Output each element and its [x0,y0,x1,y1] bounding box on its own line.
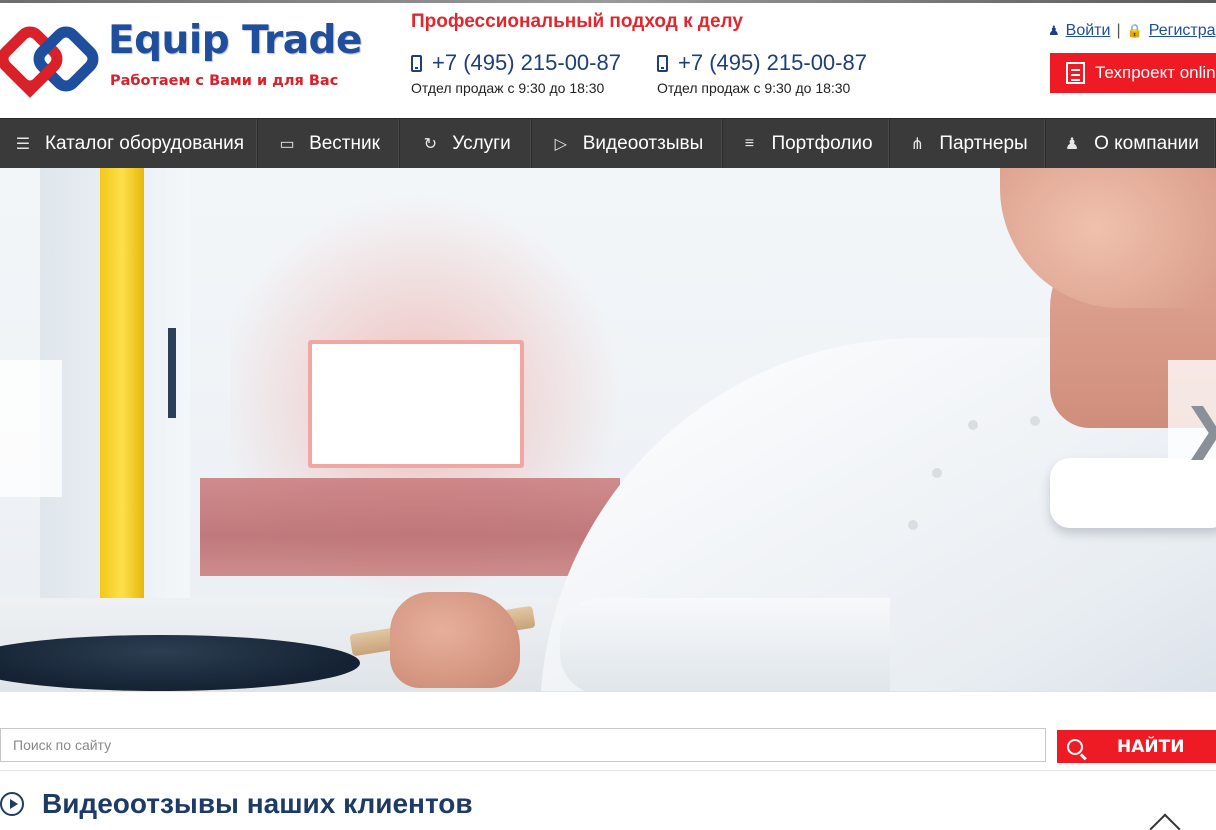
logo-tagline: Работаем с Вами и для Вас [110,73,339,89]
search-icon [1067,738,1083,755]
search-button[interactable]: НАЙТИ [1057,730,1216,763]
login-link[interactable]: Войти [1066,22,1111,40]
hero-yellow-pole [100,168,144,628]
phone-number[interactable]: +7 (495) 215-00-87 [678,50,867,76]
mobile-phone-icon [657,54,668,72]
nav-item-label: Каталог оборудования [44,133,245,154]
techproject-label: Техпроект onlin [1095,63,1216,82]
play-circle-icon [0,792,24,816]
hero-window-screen [308,340,524,468]
hero-dark-post [168,328,176,418]
phone-block-1: +7 (495) 215-00-87 Отдел продаж с 9:30 д… [411,50,621,96]
hero-stove [200,478,620,576]
nav-item-label: Услуги [452,133,511,154]
phone-number[interactable]: +7 (495) 215-00-87 [432,50,621,76]
nav-item-label: О компании [1094,133,1199,154]
refresh-arrow-icon: ↻ [423,136,437,153]
search-input[interactable] [0,728,1046,762]
slider-next-button[interactable]: ❯ [1168,360,1216,497]
sales-hours: Отдел продаж с 9:30 до 18:30 [411,80,605,96]
person-icon: ♟ [1064,136,1080,153]
lock-icon: 🔒 [1126,23,1143,38]
search-strip [0,691,1216,721]
auth-links: ♟ Войти | 🔒 Регистра [1048,22,1216,40]
handshake-icon: ⋔ [910,136,925,153]
site-header: Equip Trade Работаем с Вами и для Вас Пр… [0,0,1216,118]
nav-item-label: Партнеры [939,133,1028,154]
nav-item-label: Видеоотзывы [582,133,704,154]
nav-item-video-reviews[interactable]: ▷ Видеоотзывы [532,119,723,169]
nav-item-portfolio[interactable]: ≡ Портфолио [723,119,890,169]
nav-item-label: Портфолио [771,133,873,154]
logo-icon[interactable] [0,20,104,98]
search-button-label: НАЙТИ [1117,736,1185,757]
document-icon [1066,62,1085,84]
logo-title[interactable]: Equip Trade [108,18,362,63]
hero-chef-sleeve [560,598,890,691]
top-decorative-strip [0,0,1216,3]
sales-hours: Отдел продаж с 9:30 до 18:30 [657,80,851,96]
hero-chef-hand [390,592,520,688]
phone-number-row: +7 (495) 215-00-87 [657,50,867,76]
section-title: Видеоотзывы наших клиентов [42,788,473,819]
mobile-phone-icon [411,54,422,72]
menu-lines-icon: ☰ [15,136,31,153]
register-link[interactable]: Регистра [1149,22,1216,40]
techproject-online-button[interactable]: Техпроект onlin [1050,53,1216,93]
main-nav: ☰ Каталог оборудования ▭ Вестник ↻ Услуг… [0,118,1216,169]
slider-prev-button[interactable] [0,360,62,497]
chevron-right-icon: ❯ [1183,401,1216,456]
chat-bubble-icon: ▭ [279,136,295,153]
nav-item-about[interactable]: ♟ О компании [1046,119,1216,169]
user-icon: ♟ [1048,23,1060,38]
play-circle-icon: ▷ [554,136,567,153]
hero-chef-head [1000,168,1216,308]
nav-item-catalog[interactable]: ☰ Каталог оборудования [0,119,258,169]
nav-item-services[interactable]: ↻ Услуги [400,119,532,169]
auth-separator: | [1116,22,1121,39]
list-icon: ≡ [744,135,755,152]
divider [0,770,1216,771]
nav-item-partners[interactable]: ⋔ Партнеры [890,119,1046,169]
nav-item-label: Вестник [309,133,380,154]
header-slogan: Профессиональный подход к делу [411,11,743,32]
section-heading: Видеоотзывы наших клиентов [0,788,473,820]
hero-slider-image: ❯ [0,168,1216,691]
scroll-up-chevron-icon[interactable] [1149,813,1181,830]
phone-block-2: +7 (495) 215-00-87 Отдел продаж с 9:30 д… [657,50,867,96]
phone-number-row: +7 (495) 215-00-87 [411,50,621,76]
nav-item-news[interactable]: ▭ Вестник [258,119,400,169]
